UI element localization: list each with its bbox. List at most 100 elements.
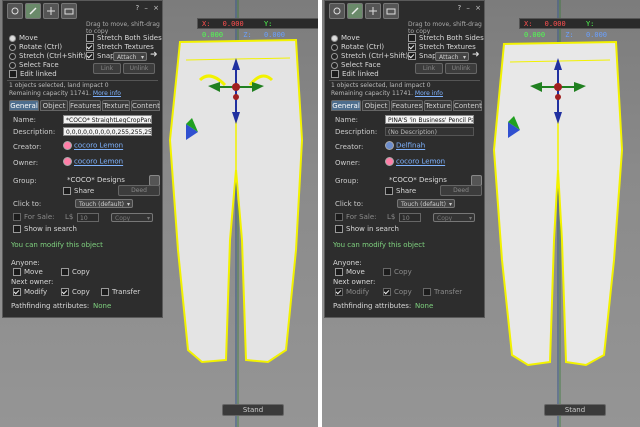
- group-label: Group:: [13, 177, 37, 185]
- drag-hint: Drag to move, shift-drag to copy: [86, 21, 160, 35]
- snap-checkbox[interactable]: Snap: [408, 52, 437, 61]
- stretch-both-checkbox[interactable]: Stretch Both Sides: [408, 34, 484, 43]
- anyone-move-checkbox[interactable]: Move: [13, 268, 43, 277]
- attach-dropdown[interactable]: Attach: [435, 52, 469, 62]
- tab-general[interactable]: General: [9, 100, 39, 111]
- next-modify-checkbox[interactable]: Modify: [13, 288, 47, 297]
- attach-dropdown[interactable]: Attach: [113, 52, 147, 62]
- modify-message: You can modify this object: [333, 241, 425, 249]
- create-icon[interactable]: [43, 3, 59, 19]
- land-icon[interactable]: [61, 3, 77, 19]
- sale-type-dropdown[interactable]: Copy: [433, 213, 475, 223]
- owner-name[interactable]: cocoro Lemon: [385, 157, 445, 166]
- description-label: Description:: [13, 128, 56, 136]
- tab-texture[interactable]: Texture: [424, 100, 452, 111]
- stretch-both-checkbox[interactable]: Stretch Both Sides: [86, 34, 162, 43]
- for-sale-checkbox[interactable]: For Sale:: [335, 213, 377, 222]
- for-sale-checkbox[interactable]: For Sale:: [13, 213, 55, 222]
- help-button[interactable]: ?: [135, 4, 139, 12]
- pathfinding-value: None: [93, 302, 112, 310]
- focus-icon[interactable]: [7, 3, 23, 19]
- next-copy-checkbox[interactable]: Copy: [61, 288, 90, 297]
- mode-move[interactable]: Move: [9, 34, 38, 43]
- anyone-copy-checkbox[interactable]: Copy: [61, 268, 90, 277]
- modify-message: You can modify this object: [11, 241, 103, 249]
- close-button[interactable]: ×: [153, 4, 159, 12]
- focus-icon[interactable]: [329, 3, 345, 19]
- creator-name[interactable]: cocoro Lemon: [63, 141, 123, 150]
- edit-linked-checkbox[interactable]: Edit linked: [331, 70, 379, 79]
- link-button[interactable]: Link: [93, 63, 121, 74]
- creator-label: Creator:: [335, 143, 364, 151]
- window-controls: ? – ×: [132, 4, 159, 12]
- edit-linked-checkbox[interactable]: Edit linked: [9, 70, 57, 79]
- click-action-dropdown[interactable]: Touch (default): [75, 199, 133, 209]
- description-field[interactable]: 0,0,0,0,0,0,0,0,0,255,255,255,255,255,25: [63, 127, 152, 136]
- next-transfer-checkbox[interactable]: Transfer: [101, 288, 140, 297]
- minimize-button[interactable]: –: [144, 4, 148, 12]
- stand-button[interactable]: Stand: [222, 404, 284, 416]
- group-name: *COCO* Designs: [67, 176, 125, 184]
- selection-info: 1 objects selected, land impact 0: [9, 82, 109, 89]
- next-transfer-checkbox[interactable]: Transfer: [423, 288, 462, 297]
- avatar: [63, 157, 72, 166]
- owner-label: Owner:: [335, 159, 361, 167]
- stand-button[interactable]: Stand: [544, 404, 606, 416]
- create-icon[interactable]: [365, 3, 381, 19]
- owner-name[interactable]: cocoro Lemon: [63, 157, 123, 166]
- tab-general[interactable]: General: [331, 100, 361, 111]
- name-field[interactable]: PINA'S 'in Business' Pencil Pants: [385, 115, 474, 124]
- avatar: [385, 157, 394, 166]
- mode-select-face[interactable]: Select Face: [9, 61, 59, 70]
- anyone-copy-checkbox[interactable]: Copy: [383, 268, 412, 277]
- description-field[interactable]: (No Description): [385, 127, 474, 136]
- help-button[interactable]: ?: [457, 4, 461, 12]
- link-button[interactable]: Link: [415, 63, 443, 74]
- mode-move[interactable]: Move: [331, 34, 360, 43]
- minimize-button[interactable]: –: [466, 4, 470, 12]
- deed-button[interactable]: Deed: [440, 185, 482, 196]
- edit-icon[interactable]: [347, 3, 363, 19]
- selection-info: 1 objects selected, land impact 0: [331, 82, 431, 89]
- close-button[interactable]: ×: [475, 4, 481, 12]
- group-name: *COCO* Designs: [389, 176, 447, 184]
- more-info-link[interactable]: More info: [415, 90, 443, 97]
- arrow-right-icon[interactable]: ➜: [150, 51, 158, 60]
- arrow-right-icon[interactable]: ➜: [472, 51, 480, 60]
- next-modify-checkbox[interactable]: Modify: [335, 288, 369, 297]
- creator-name[interactable]: Delfinah: [385, 141, 425, 150]
- mode-select-face[interactable]: Select Face: [331, 61, 381, 70]
- mode-rotate[interactable]: Rotate (Ctrl): [9, 43, 62, 52]
- tab-object[interactable]: Object: [40, 100, 68, 111]
- mode-rotate[interactable]: Rotate (Ctrl): [331, 43, 384, 52]
- snap-checkbox[interactable]: Snap: [86, 52, 115, 61]
- stretch-textures-checkbox[interactable]: Stretch Textures: [86, 43, 154, 52]
- tab-object[interactable]: Object: [362, 100, 390, 111]
- anyone-move-checkbox[interactable]: Move: [335, 268, 365, 277]
- land-icon[interactable]: [383, 3, 399, 19]
- unlink-button[interactable]: Unlink: [123, 63, 155, 74]
- show-in-search-checkbox[interactable]: Show in search: [13, 225, 77, 234]
- edit-icon[interactable]: [25, 3, 41, 19]
- tab-content[interactable]: Content: [453, 100, 482, 111]
- mode-stretch[interactable]: Stretch (Ctrl+Shift): [331, 52, 408, 61]
- tab-features[interactable]: Features: [69, 100, 101, 111]
- group-label: Group:: [335, 177, 359, 185]
- name-field[interactable]: *COCO* StraightLegCropPants(: [63, 115, 152, 124]
- stretch-textures-checkbox[interactable]: Stretch Textures: [408, 43, 476, 52]
- mode-stretch[interactable]: Stretch (Ctrl+Shift): [9, 52, 86, 61]
- next-copy-checkbox[interactable]: Copy: [383, 288, 412, 297]
- unlink-button[interactable]: Unlink: [445, 63, 477, 74]
- share-checkbox[interactable]: Share: [385, 187, 416, 196]
- click-action-dropdown[interactable]: Touch (default): [397, 199, 455, 209]
- price-field[interactable]: 10: [77, 213, 99, 222]
- tab-texture[interactable]: Texture: [102, 100, 130, 111]
- tab-features[interactable]: Features: [391, 100, 423, 111]
- price-field[interactable]: 10: [399, 213, 421, 222]
- sale-type-dropdown[interactable]: Copy: [111, 213, 153, 223]
- deed-button[interactable]: Deed: [118, 185, 160, 196]
- more-info-link[interactable]: More info: [93, 90, 121, 97]
- tab-content[interactable]: Content: [131, 100, 160, 111]
- share-checkbox[interactable]: Share: [63, 187, 94, 196]
- show-in-search-checkbox[interactable]: Show in search: [335, 225, 399, 234]
